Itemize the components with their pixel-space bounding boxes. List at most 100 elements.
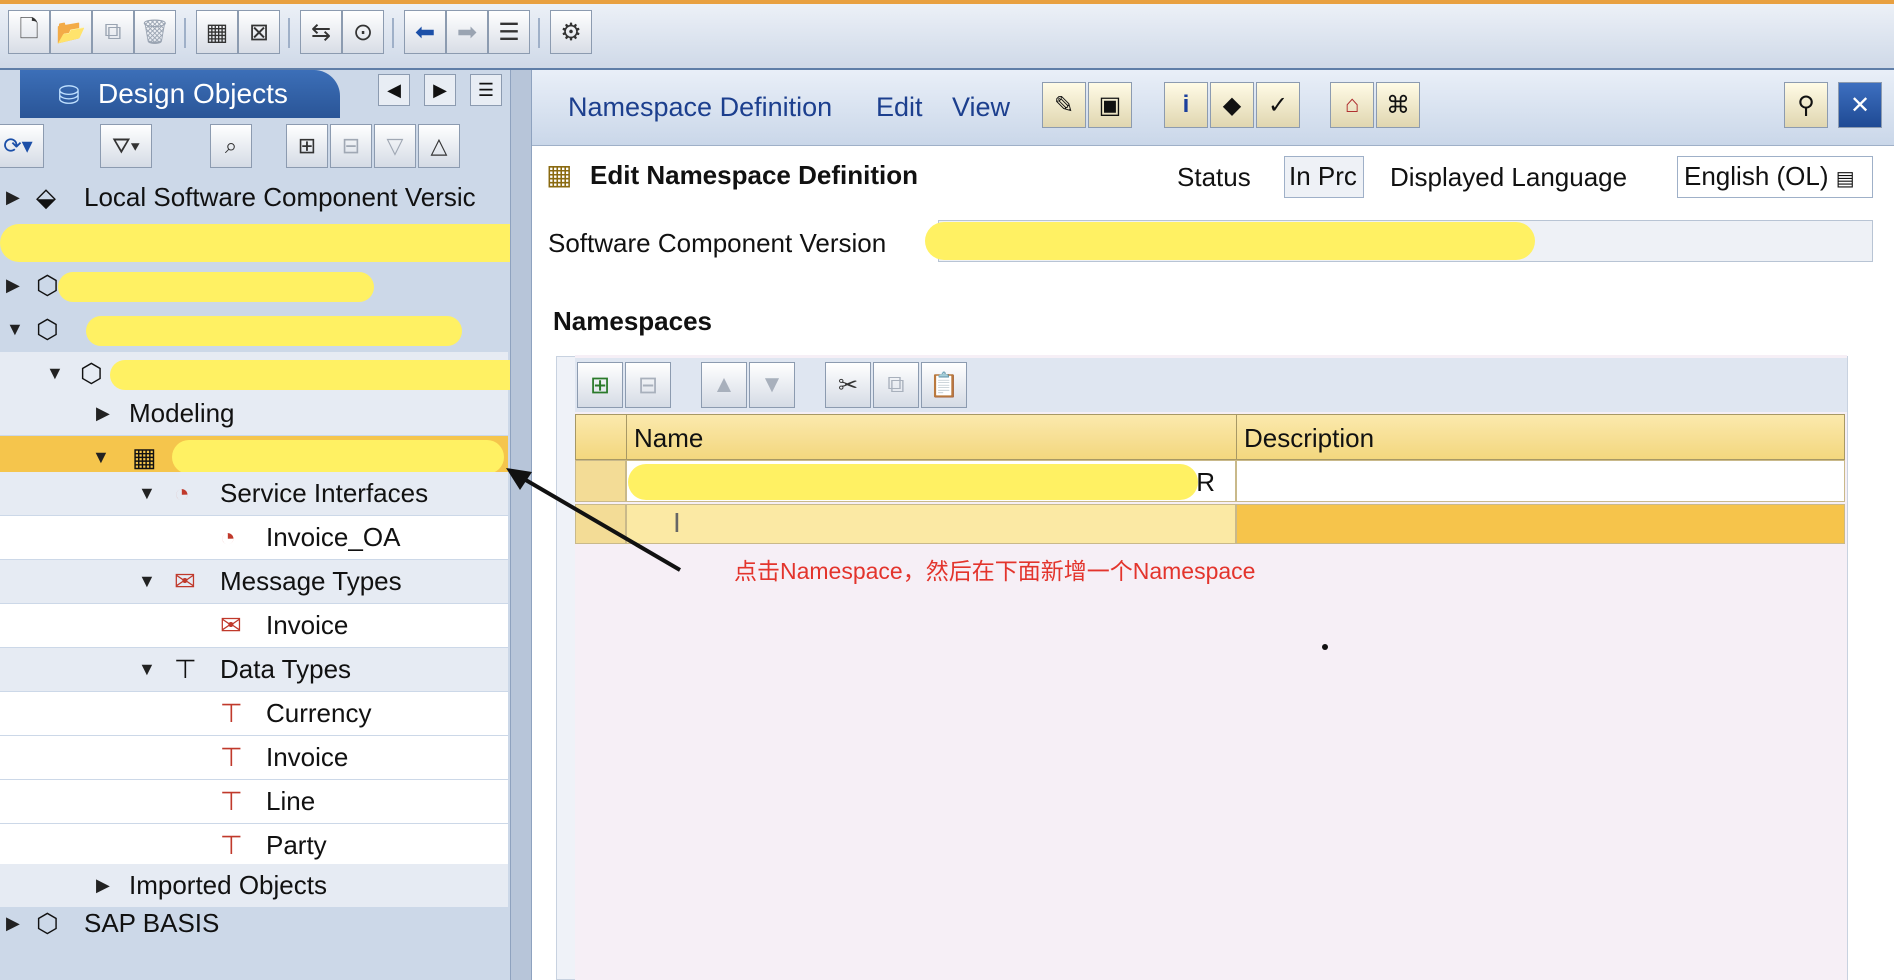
cylinder-icon: ⛁ <box>58 80 80 110</box>
tree-node-currency[interactable]: ⊤ Currency <box>0 692 508 735</box>
collapse-arrow-icon[interactable]: ▼ <box>138 659 156 680</box>
tree-node-party[interactable]: ⊤ Party <box>0 824 508 867</box>
info-icon[interactable]: i <box>1164 82 1208 128</box>
eraser-icon[interactable]: ◆ <box>1210 82 1254 128</box>
description-cell[interactable] <box>1236 460 1845 502</box>
dropdown-icon: ▤ <box>1835 168 1855 190</box>
collapse-arrow-icon[interactable]: ▼ <box>92 447 110 468</box>
move-down-icon[interactable]: ▽ <box>374 124 416 168</box>
tree-node-redacted[interactable]: ▼ ⬡ <box>0 308 508 351</box>
tree-node-service-interfaces[interactable]: ▼ ◔ Service Interfaces <box>0 472 508 515</box>
expand-arrow-icon[interactable]: ▶ <box>96 403 110 424</box>
copy-icon[interactable]: ⧉ <box>873 362 919 408</box>
collapse-arrow-icon[interactable]: ▼ <box>138 483 156 504</box>
tree-node-sap-basis[interactable]: ▶ ⬡ SAP BASIS <box>0 902 508 945</box>
tab-list-button[interactable]: ☰ <box>470 74 502 106</box>
move-up-icon[interactable]: ▲ <box>701 362 747 408</box>
collapse-icon[interactable]: ⊟ <box>330 124 372 168</box>
menu-namespace-definition[interactable]: Namespace Definition <box>568 92 832 123</box>
close-all-icon[interactable]: ⊠ <box>238 10 280 54</box>
redaction-highlight <box>925 222 1535 260</box>
expand-icon[interactable]: ⊞ <box>286 124 328 168</box>
find-icon[interactable]: ⌕ <box>210 124 252 168</box>
collapse-arrow-icon[interactable]: ▼ <box>138 571 156 592</box>
tree-label: Party <box>266 830 327 860</box>
name-input[interactable]: I <box>626 504 1236 544</box>
tree-node-invoice-datatype[interactable]: ⊤ Invoice <box>0 736 508 779</box>
data-type-icon: ⊤ <box>174 654 197 684</box>
open-icon[interactable]: 📂 <box>50 10 92 54</box>
language-select[interactable]: English (OL) ▤ <box>1677 156 1873 198</box>
scroll-left-button[interactable]: ◀ <box>378 74 410 106</box>
tree-toolbar: ⟳▾ ⛛▾ ⌕ ⊞ ⊟ ▽ △ <box>0 120 510 172</box>
redaction-highlight <box>86 316 462 346</box>
paste-icon[interactable]: 📋 <box>921 362 967 408</box>
column-header-name[interactable]: Name <box>634 423 703 454</box>
forward-icon[interactable]: ➡ <box>446 10 488 54</box>
back-icon[interactable]: ⬅ <box>404 10 446 54</box>
save-icon[interactable]: ▣ <box>1088 82 1132 128</box>
menu-edit[interactable]: Edit <box>876 92 923 123</box>
move-up-icon[interactable]: △ <box>418 124 460 168</box>
transport-icon[interactable]: ⇆ <box>300 10 342 54</box>
table-row[interactable]: I <box>575 504 1845 544</box>
cut-icon[interactable]: ✂ <box>825 362 871 408</box>
collapse-arrow-icon[interactable]: ▼ <box>6 319 24 340</box>
tree-node-invoice-message[interactable]: ✉ Invoice <box>0 604 508 647</box>
hat-icon[interactable]: ⌂ <box>1330 82 1374 128</box>
tree-node-redacted[interactable]: ⬡ <box>0 220 560 263</box>
cube-icon: ⬡ <box>36 314 59 344</box>
message-type-icon: ✉ <box>220 610 242 640</box>
data-type-icon: ⊤ <box>220 698 243 728</box>
scv-label: Software Component Version <box>548 228 887 258</box>
where-used-icon[interactable]: ⊙ <box>342 10 384 54</box>
expand-arrow-icon[interactable]: ▶ <box>6 187 20 208</box>
tree-label: Modeling <box>129 398 235 428</box>
scroll-right-button[interactable]: ▶ <box>424 74 456 106</box>
filter-icon[interactable]: ⛛▾ <box>100 124 152 168</box>
tree-label: Service Interfaces <box>220 478 429 508</box>
toolbar-separator <box>538 18 540 48</box>
new-icon[interactable]: 🗋 <box>8 10 50 54</box>
expand-arrow-icon[interactable]: ▶ <box>6 275 20 296</box>
delete-row-icon[interactable]: ⊟ <box>625 362 671 408</box>
redaction-highlight <box>628 464 1198 500</box>
status-field: In Prc <box>1284 156 1364 198</box>
tree-label: Currency <box>266 698 372 728</box>
expand-arrow-icon[interactable]: ▶ <box>6 913 20 934</box>
namespace-icon: ▦ <box>546 159 573 190</box>
check-icon[interactable]: ✓ <box>1256 82 1300 128</box>
scroll-icon[interactable]: ⌘ <box>1376 82 1420 128</box>
add-row-icon[interactable]: ⊞ <box>577 362 623 408</box>
tree-node-data-types[interactable]: ▼ ⊤ Data Types <box>0 648 508 691</box>
tree-node-modeling[interactable]: ▶ Modeling <box>0 392 508 435</box>
table-header-row: Name Description <box>575 414 1845 460</box>
tree-node-local-scv[interactable]: ▶ ⬙ Local Software Component Versic <box>0 176 508 219</box>
toolbar-separator <box>392 18 394 48</box>
tree-node-invoice-oa[interactable]: ◔ Invoice_OA <box>0 516 508 559</box>
tree-node-redacted[interactable]: ▶ ⬡ <box>0 264 508 307</box>
save-all-icon[interactable]: ▦ <box>196 10 238 54</box>
tree-node-redacted[interactable]: ▼ ⬡ <box>0 352 550 395</box>
edit-pencil-icon[interactable]: ✎ <box>1042 82 1086 128</box>
tree-node-line[interactable]: ⊤ Line <box>0 780 508 823</box>
delete-icon[interactable]: 🗑 <box>134 10 176 54</box>
refresh-icon[interactable]: ⟳▾ <box>0 124 44 168</box>
list-icon[interactable]: ☰ <box>488 10 530 54</box>
collapse-arrow-icon[interactable]: ▼ <box>46 363 64 384</box>
settings-icon[interactable]: ⚙ <box>550 10 592 54</box>
pin-icon[interactable]: ⚲ <box>1784 82 1828 128</box>
move-down-icon[interactable]: ▼ <box>749 362 795 408</box>
tree-label: SAP BASIS <box>84 908 220 938</box>
expand-arrow-icon[interactable]: ▶ <box>96 875 110 896</box>
tree-node-imported-objects[interactable]: ▶ Imported Objects <box>0 864 508 907</box>
annotation-text: 点击Namespace，然后在下面新增一个Namespace <box>734 558 1256 584</box>
editor-menubar: Namespace Definition Edit View ✎ ▣ i ◆ ✓… <box>532 70 1894 146</box>
close-icon[interactable]: ✕ <box>1838 82 1882 128</box>
description-input[interactable] <box>1236 504 1845 544</box>
toolbar-separator <box>184 18 186 48</box>
tree-node-message-types[interactable]: ▼ ✉ Message Types <box>0 560 508 603</box>
menu-view[interactable]: View <box>952 92 1010 123</box>
column-header-description[interactable]: Description <box>1244 423 1374 454</box>
copy-icon[interactable]: ⧉ <box>92 10 134 54</box>
